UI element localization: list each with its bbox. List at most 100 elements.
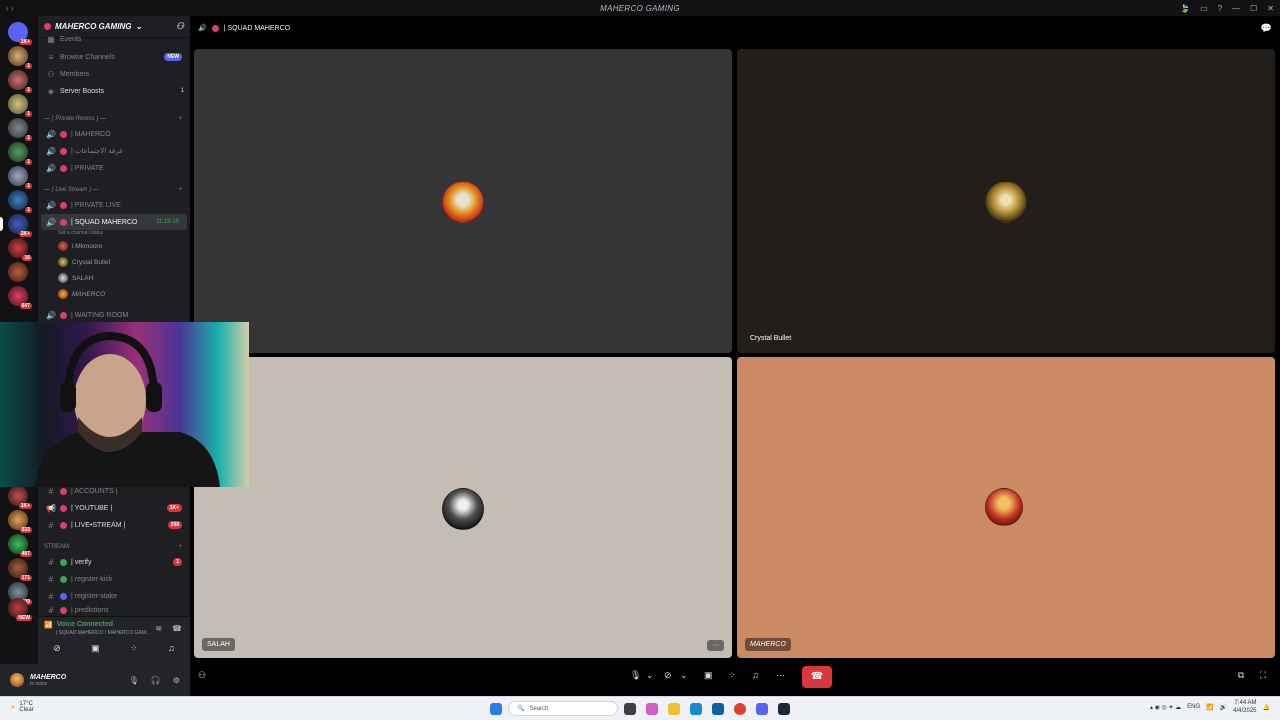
activities-icon[interactable]: ⁘ xyxy=(130,643,138,654)
events-item[interactable]: ▦ Events xyxy=(38,34,190,44)
notification-icon[interactable]: 🔔 xyxy=(1263,704,1270,711)
voice-location[interactable]: | SQUAD MAHERCO / MAHERCO GAM... xyxy=(56,630,166,636)
popout-icon[interactable]: ⧉ xyxy=(1238,670,1244,681)
participant-tile[interactable]: MAHERCO xyxy=(737,357,1275,658)
set-channel-status[interactable]: Set a channel status xyxy=(58,230,103,236)
windows-start-icon[interactable] xyxy=(490,703,502,715)
text-channel-register-kick[interactable]: # | register-kick xyxy=(38,571,190,587)
invite-to-call-icon[interactable]: ⚇ xyxy=(198,670,206,681)
task-view-icon[interactable] xyxy=(624,703,636,715)
plus-icon[interactable]: + xyxy=(178,187,182,193)
server-icon[interactable]: 1 xyxy=(8,118,32,141)
server-icon[interactable]: 1 xyxy=(8,46,32,69)
server-icon[interactable]: 1 xyxy=(8,142,32,165)
voice-channel-squad-maherco[interactable]: 🔊 | SQUAD MAHERCO 11:19:19 xyxy=(41,214,187,230)
clock[interactable]: 7:44 AM 4/4/2025 xyxy=(1233,699,1256,715)
store-icon[interactable] xyxy=(712,703,724,715)
gear-icon[interactable]: ⚙ xyxy=(173,676,180,685)
voice-channel-private-live[interactable]: 🔊 | PRIVATE LIVE xyxy=(38,197,190,213)
text-channel-predictions[interactable]: # | predictions xyxy=(38,605,190,615)
dm-home-icon[interactable]: 1K+ xyxy=(8,22,32,45)
language-indicator[interactable]: ENG xyxy=(1187,704,1200,710)
text-channel-live-stream[interactable]: # | LIVE•STREAM | 298 xyxy=(38,517,190,533)
tray-icons[interactable]: ▴ ◉ ◎ ✦ ☁ xyxy=(1150,704,1181,711)
text-channel-register-stake[interactable]: # | register-stake xyxy=(38,588,190,604)
screen-share-icon[interactable]: ▣ xyxy=(91,643,100,654)
disconnect-icon[interactable]: ☎ xyxy=(172,624,182,633)
screen-share-icon[interactable]: ▣ xyxy=(704,670,713,681)
file-explorer-icon[interactable] xyxy=(668,703,680,715)
voice-status[interactable]: Voice Connected xyxy=(57,621,113,629)
chrome-icon[interactable] xyxy=(734,703,746,715)
members-item[interactable]: ⚇ Members xyxy=(38,66,190,82)
plus-icon[interactable]: + xyxy=(178,544,182,550)
participant-tile[interactable]: Crystal Bullet xyxy=(737,49,1275,353)
chevron-down-icon[interactable]: ⌄ xyxy=(646,670,654,681)
add-member-icon[interactable]: ⚇ xyxy=(176,21,184,32)
camera-off-icon[interactable]: ⊘ xyxy=(53,643,61,654)
voice-channel-maherco[interactable]: 🔊 | MAHERCO xyxy=(38,126,190,142)
chat-icon[interactable]: 💬 xyxy=(1261,23,1272,34)
voice-member[interactable]: MAHERCO xyxy=(58,287,105,301)
server-icon[interactable] xyxy=(8,262,28,282)
avatar xyxy=(58,289,68,299)
voice-channel-meetings[interactable]: 🔊 | غرفة الاجتماعات xyxy=(38,143,190,159)
steam-icon[interactable] xyxy=(778,703,790,715)
help-icon[interactable]: ? xyxy=(1218,4,1222,13)
weather-widget[interactable]: ☀ 17°C Clear xyxy=(10,701,34,713)
server-icon[interactable]: 1 xyxy=(8,190,32,213)
wifi-icon[interactable]: 📶 xyxy=(1206,704,1213,711)
taskbar-search[interactable]: 🔍 Search xyxy=(508,701,618,716)
plus-icon[interactable]: + xyxy=(178,116,182,122)
voice-member[interactable]: SALAH xyxy=(58,271,93,285)
server-icon[interactable]: 1K+ xyxy=(8,486,32,509)
more-icon[interactable]: ··· xyxy=(776,670,785,680)
inbox-icon[interactable]: ▭ xyxy=(1200,4,1208,13)
fullscreen-icon[interactable]: ⛶ xyxy=(1260,670,1266,681)
activities-icon[interactable]: ⁘ xyxy=(728,670,736,681)
server-icon-active[interactable]: 2K+ xyxy=(0,214,32,237)
minimize-icon[interactable]: — xyxy=(1232,4,1240,13)
server-icon[interactable]: 532 xyxy=(8,510,32,533)
microphone-icon[interactable]: 🎙 xyxy=(630,670,641,681)
server-icon[interactable]: 647 xyxy=(8,286,32,309)
guild-badge: 1 xyxy=(25,159,32,165)
leaf-icon[interactable]: 🍃 xyxy=(1180,4,1190,13)
discord-icon[interactable] xyxy=(756,703,768,715)
voice-member[interactable]: i.Mkmooro xyxy=(58,239,102,253)
server-icon[interactable]: 1 xyxy=(8,166,32,189)
leave-call-button[interactable]: ☎ xyxy=(802,666,832,688)
noise-suppression-icon[interactable]: ≋ xyxy=(155,624,162,633)
copilot-icon[interactable] xyxy=(646,703,658,715)
voice-channel-waiting-room[interactable]: 🔊 | WAITING ROOM xyxy=(38,307,190,323)
soundboard-icon[interactable]: ♫ xyxy=(168,643,175,654)
volume-icon[interactable]: 🔊 xyxy=(1220,704,1227,711)
participant-tile[interactable] xyxy=(194,49,732,353)
server-boosts-item[interactable]: ◈ Server Boosts 1 xyxy=(38,83,190,99)
microphone-icon[interactable]: 🎙 xyxy=(129,676,139,685)
maximize-icon[interactable]: ☐ xyxy=(1250,4,1257,13)
category-stream[interactable]: STREAM + xyxy=(44,544,188,550)
voice-member[interactable]: Crystal Bullet xyxy=(58,255,110,269)
server-icon[interactable]: 171 xyxy=(8,558,32,581)
server-icon[interactable]: 487 xyxy=(8,534,32,557)
server-icon[interactable]: 1 xyxy=(8,94,32,117)
text-channel-youtube[interactable]: 📢 | YOUTUBE | 1K+ xyxy=(38,500,190,516)
category-live-stream[interactable]: — ( Live Stream ) — + xyxy=(44,187,188,193)
soundboard-icon[interactable]: ♫ xyxy=(752,670,759,680)
participant-tile[interactable]: SALAH ··· xyxy=(194,357,732,658)
voice-channel-private[interactable]: 🔊 | PRIVATE xyxy=(38,160,190,176)
server-icon[interactable]: NEW xyxy=(8,598,32,621)
category-private-rooms[interactable]: — ( Private Rooms ) — + xyxy=(44,116,188,122)
server-icon[interactable]: 16 xyxy=(8,238,32,261)
camera-off-icon[interactable]: ⊘ xyxy=(664,670,672,681)
more-options-icon[interactable]: ··· xyxy=(707,640,724,651)
browse-channels-item[interactable]: ≡ Browse Channels NEW xyxy=(38,49,190,65)
text-channel-verify[interactable]: # | verify 1 xyxy=(38,554,190,570)
avatar[interactable] xyxy=(10,673,24,687)
server-icon[interactable]: 1 xyxy=(8,70,32,93)
edge-icon[interactable] xyxy=(690,703,702,715)
headphones-icon[interactable]: 🎧 xyxy=(151,676,161,685)
chevron-down-icon[interactable]: ⌄ xyxy=(680,670,688,681)
close-icon[interactable]: ✕ xyxy=(1267,4,1274,13)
